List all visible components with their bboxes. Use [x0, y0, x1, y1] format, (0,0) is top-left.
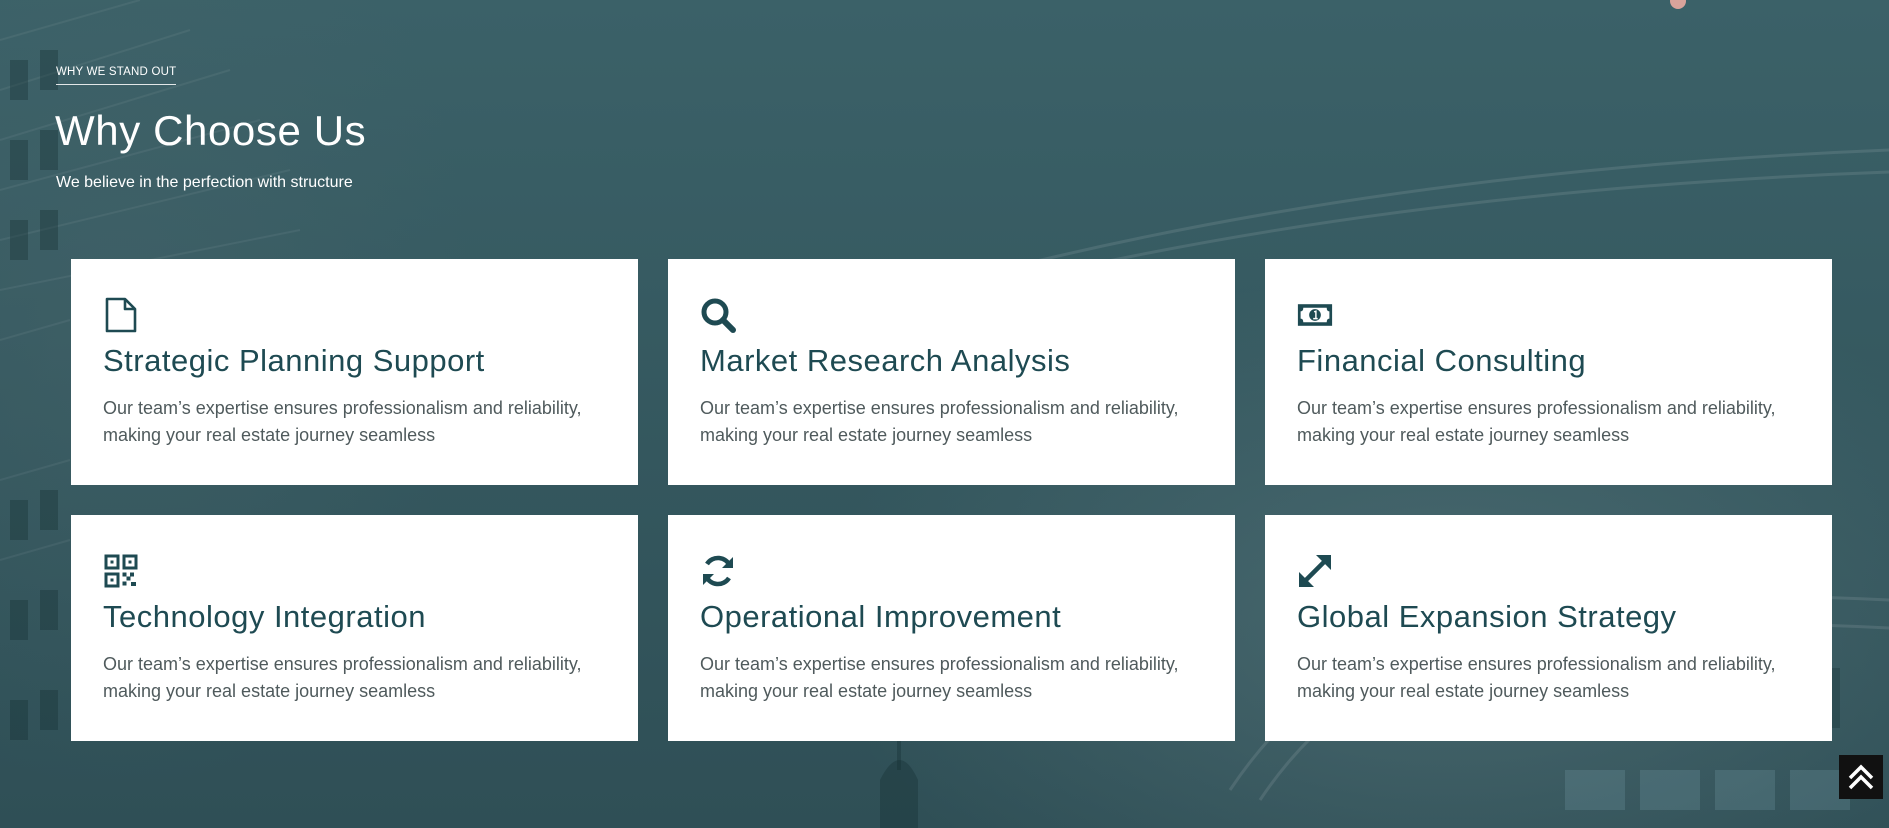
feature-card: Operational Improvement Our team’s exper… — [668, 515, 1235, 741]
card-title: Technology Integration — [103, 599, 426, 634]
expand-icon — [1297, 553, 1333, 589]
card-description: Our team’s expertise ensures professiona… — [700, 398, 1179, 445]
scroll-to-top-button[interactable] — [1839, 755, 1883, 799]
money-bill-icon — [1297, 297, 1333, 333]
card-title: Financial Consulting — [1297, 343, 1587, 378]
card-description: Our team’s expertise ensures professiona… — [103, 654, 582, 701]
section-eyebrow: WHY WE STAND OUT — [56, 66, 177, 85]
card-title: Strategic Planning Support — [103, 343, 485, 378]
feature-card: Market Research Analysis Our team’s expe… — [668, 259, 1235, 485]
refresh-icon — [700, 553, 736, 589]
feature-card: Financial Consulting Our team’s expertis… — [1265, 259, 1832, 485]
card-title: Operational Improvement — [700, 599, 1062, 634]
section-subtitle: We believe in the perfection with struct… — [56, 174, 353, 191]
card-description: Our team’s expertise ensures professiona… — [1297, 398, 1776, 445]
feature-card: Strategic Planning Support Our team’s ex… — [71, 259, 638, 485]
card-title: Global Expansion Strategy — [1297, 599, 1677, 634]
card-title: Market Research Analysis — [700, 343, 1071, 378]
feature-cards-grid: Strategic Planning Support Our team’s ex… — [71, 259, 1833, 741]
card-description: Our team’s expertise ensures professiona… — [103, 398, 582, 445]
section-title: Why Choose Us — [55, 107, 367, 154]
file-icon — [103, 297, 139, 333]
feature-card: Global Expansion Strategy Our team’s exp… — [1265, 515, 1832, 741]
card-description: Our team’s expertise ensures professiona… — [700, 654, 1179, 701]
double-chevron-up-icon — [1839, 755, 1883, 799]
card-description: Our team’s expertise ensures professiona… — [1297, 654, 1776, 701]
qr-code-icon — [103, 553, 139, 589]
feature-card: Technology Integration Our team’s expert… — [71, 515, 638, 741]
search-icon — [700, 297, 736, 333]
